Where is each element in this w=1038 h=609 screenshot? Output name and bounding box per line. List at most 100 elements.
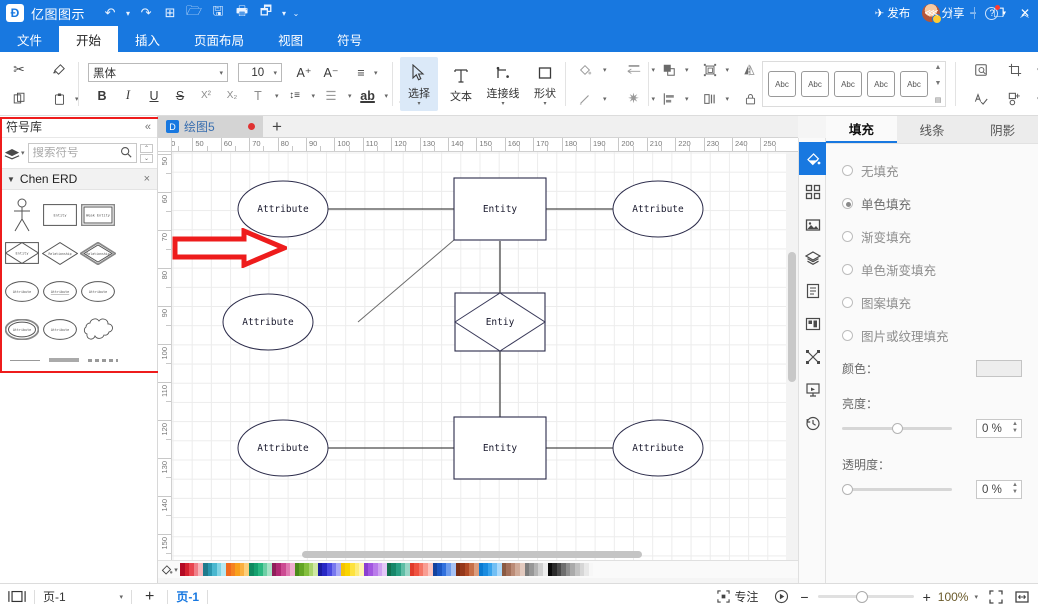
quick-style-0[interactable]: Abc — [900, 71, 928, 97]
superscript-button[interactable]: X² — [196, 86, 216, 106]
print-icon[interactable]: 🖶 — [231, 3, 253, 23]
canvas-horizontal-scrollbar[interactable] — [172, 551, 786, 560]
group-icon[interactable] — [697, 57, 723, 83]
scrollbar-thumb[interactable] — [788, 252, 796, 382]
search-box[interactable] — [27, 143, 137, 163]
library-icon[interactable]: ▾ — [4, 147, 25, 160]
search-icon[interactable] — [120, 146, 132, 161]
opacity-slider[interactable] — [842, 483, 952, 497]
fit-width-button[interactable] — [1010, 584, 1034, 609]
redo-icon[interactable]: ↷ — [135, 3, 157, 23]
color-swatch-button[interactable] — [976, 360, 1022, 377]
rail-data-button[interactable] — [799, 307, 827, 340]
node-entity-top[interactable]: Entity — [453, 177, 547, 241]
page-view-button[interactable] — [0, 584, 34, 609]
quick-style-2[interactable]: Abc — [834, 71, 862, 97]
page-select[interactable]: 页-1 ▾ — [35, 584, 131, 609]
paragraph-align-button[interactable]: ≡ — [351, 63, 371, 83]
shape-item-actor[interactable] — [3, 196, 41, 234]
present-button[interactable] — [768, 584, 795, 609]
align-icon[interactable] — [656, 86, 682, 112]
zoom-slider[interactable] — [817, 590, 914, 604]
tool-connector-tool[interactable]: 连接线 ▾ — [484, 57, 522, 111]
cut-icon[interactable]: ✂ — [6, 57, 32, 83]
paste-icon[interactable] — [46, 86, 72, 112]
chevron-down-icon[interactable]: ▾ — [174, 566, 178, 574]
radio-button[interactable] — [842, 198, 853, 209]
color-swatch[interactable] — [588, 563, 594, 576]
connector-dashed-line[interactable] — [88, 358, 118, 362]
style-gallery-scroll[interactable]: ▲ ▼ ▤ — [933, 64, 943, 104]
expand-triangle-icon[interactable]: ▼ — [7, 175, 15, 184]
lock-icon[interactable] — [737, 86, 763, 112]
rail-properties-button[interactable] — [799, 274, 827, 307]
spinner-arrows[interactable]: ▲ ▼ — [1012, 421, 1018, 435]
shape-item-key-attribute[interactable]: Attribute — [41, 272, 79, 310]
quick-style-gallery[interactable]: Abc Abc Abc Abc Abc ▲ ▼ ▤ — [762, 61, 946, 107]
tool-select-arrow[interactable]: 选择 ▾ — [400, 57, 438, 111]
brightness-slider[interactable] — [842, 422, 952, 436]
menu-item-5[interactable]: 符号 — [320, 26, 379, 52]
chevron-down-icon[interactable]: ▾ — [385, 92, 389, 100]
chevron-down-icon[interactable]: ▾ — [603, 95, 607, 103]
tool-shape-tool[interactable]: 形状 ▾ — [526, 57, 564, 111]
customize-qat-icon[interactable]: ⌄ — [291, 3, 301, 23]
chevron-down-icon[interactable]: ▾ — [119, 593, 123, 601]
fill-option-1[interactable]: 单色填充 — [826, 187, 1038, 220]
focus-mode-button[interactable]: 专注 — [709, 584, 766, 609]
search-input[interactable] — [32, 147, 117, 159]
canvas-vertical-scrollbar[interactable] — [786, 152, 798, 561]
italic-button[interactable]: I — [118, 86, 138, 106]
scroll-up-icon[interactable]: ▲ — [935, 64, 942, 71]
chevron-down-icon[interactable]: ▾ — [726, 66, 730, 74]
menu-item-2[interactable]: 插入 — [118, 26, 177, 52]
slider-knob[interactable] — [855, 590, 868, 603]
palette-fill-icon[interactable]: ▾ — [158, 563, 180, 576]
radio-button[interactable] — [842, 264, 853, 275]
node-entity-bottom[interactable]: Entity — [453, 416, 547, 480]
node-attr-ml[interactable]: Attribute — [222, 293, 314, 351]
flip-icon[interactable] — [737, 57, 763, 83]
find-icon[interactable] — [968, 57, 994, 83]
opacity-input[interactable]: 0 % ▲ ▼ — [976, 480, 1022, 499]
node-attr-br[interactable]: Attribute — [612, 419, 704, 477]
slider-knob[interactable] — [842, 484, 853, 495]
replace-shape-icon[interactable] — [1002, 86, 1028, 112]
crop-icon[interactable] — [1002, 57, 1028, 83]
shape-item-associative-entity[interactable]: Entity — [3, 234, 41, 272]
rail-layers-button[interactable] — [799, 241, 827, 274]
nav-down-button[interactable]: ⌄ — [140, 153, 153, 163]
subscript-button[interactable]: X₂ — [222, 86, 242, 106]
rail-connections-button[interactable] — [799, 340, 827, 373]
node-attr-bl[interactable]: Attribute — [237, 419, 329, 477]
menu-item-3[interactable]: 页面布局 — [177, 26, 261, 52]
export-dropdown-icon[interactable]: ▾ — [279, 3, 289, 23]
undo-icon[interactable]: ↶ — [99, 3, 121, 23]
rail-presentation-button[interactable] — [799, 373, 827, 406]
undo-dropdown-icon[interactable]: ▾ — [123, 3, 133, 23]
copy-icon[interactable] — [6, 86, 32, 112]
font-size-select[interactable]: 10 ▾ — [238, 63, 282, 82]
collapse-panel-button[interactable]: « — [145, 121, 151, 133]
fullscreen-button[interactable] — [984, 584, 1008, 609]
shape-item-relationship[interactable]: Relationship — [41, 234, 79, 272]
distribute-icon[interactable] — [697, 86, 723, 112]
chevron-down-icon[interactable]: ▾ — [501, 101, 504, 107]
increase-font-size-button[interactable]: A⁺ — [294, 63, 314, 83]
chevron-down-icon[interactable]: ▾ — [374, 69, 378, 77]
chevron-down-icon[interactable]: ▾ — [543, 101, 546, 107]
chevron-down-icon[interactable]: ▾ — [348, 92, 352, 100]
line-spacing-button[interactable]: ↕≡ — [285, 86, 305, 106]
decrease-font-size-button[interactable]: A⁻ — [321, 63, 341, 83]
export-icon[interactable]: 🗗 — [255, 3, 277, 23]
menu-item-0[interactable]: 文件 — [0, 26, 59, 52]
save-icon[interactable]: 🖫 — [207, 3, 229, 23]
shape-item-cloud[interactable] — [79, 310, 117, 348]
rail-templates-button[interactable] — [799, 175, 827, 208]
connector-solid-line[interactable] — [10, 359, 40, 361]
format-tab-0[interactable]: 填充 — [826, 116, 897, 143]
bring-to-front-icon[interactable] — [656, 57, 682, 83]
radio-button[interactable] — [842, 330, 853, 341]
node-relationship-mid[interactable]: Entiy — [454, 292, 546, 352]
format-painter-icon[interactable] — [46, 57, 72, 83]
